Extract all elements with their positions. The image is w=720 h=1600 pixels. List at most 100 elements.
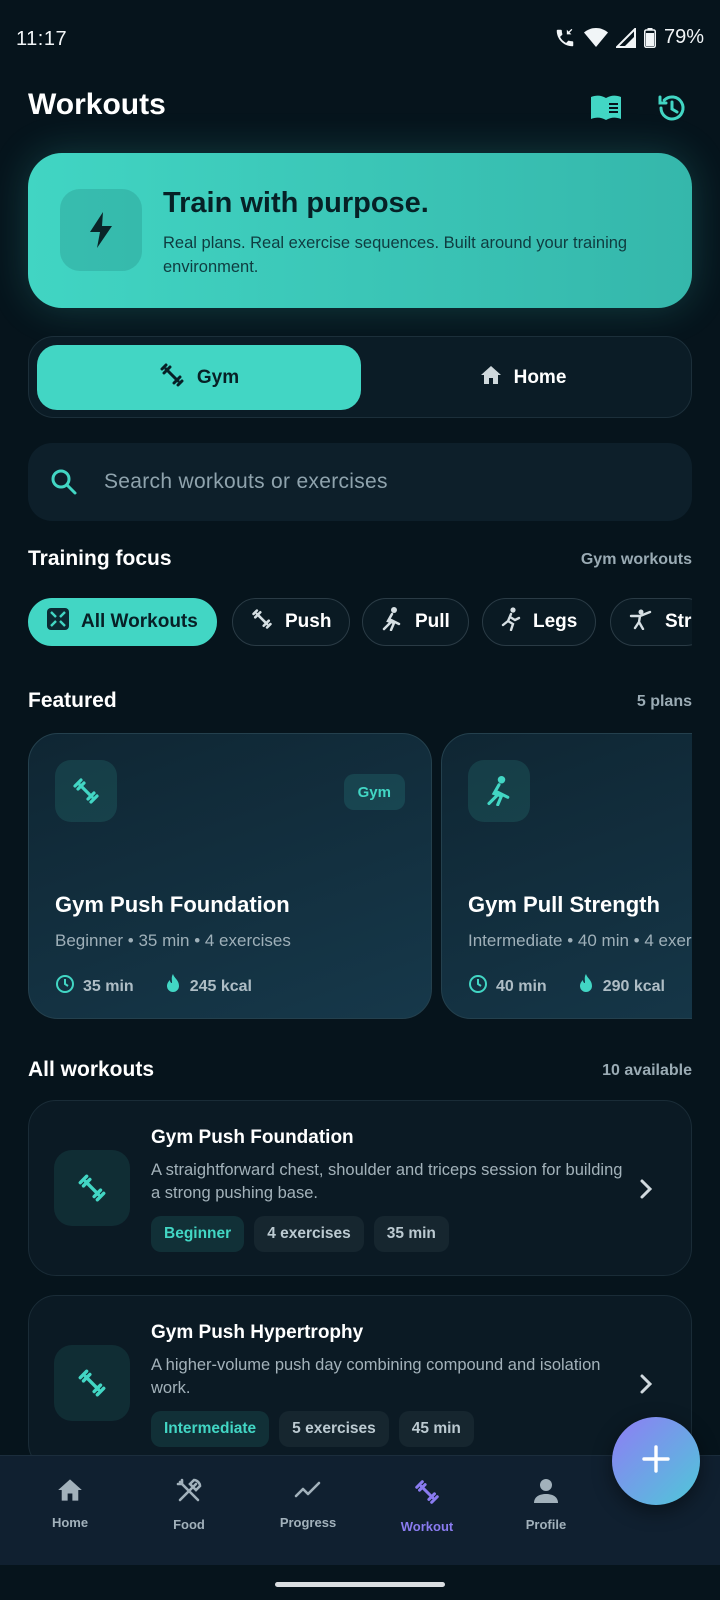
training-focus-title: Training focus — [28, 547, 172, 570]
chevron-right-icon — [639, 1370, 659, 1398]
wifi-icon — [583, 27, 608, 48]
calories: 290 kcal — [602, 977, 665, 995]
chip-push[interactable]: Push — [232, 598, 351, 646]
gesture-handle[interactable] — [275, 1582, 445, 1587]
duration: 35 min — [83, 977, 134, 995]
plus-icon — [641, 1444, 671, 1479]
chip-label: Pull — [415, 611, 450, 632]
dumbbell-icon — [54, 1345, 130, 1421]
toggle-gym[interactable]: Gym — [37, 345, 361, 410]
calories: 245 kcal — [189, 977, 252, 995]
duration-badge: 35 min — [373, 1216, 449, 1252]
search-icon — [50, 467, 80, 497]
history-icon[interactable] — [652, 88, 692, 128]
workout-description: A straightforward chest, shoulder and tr… — [151, 1161, 623, 1202]
featured-title: Featured — [28, 689, 117, 712]
chip-all-workouts[interactable]: All Workouts — [28, 598, 217, 646]
featured-card[interactable]: Gym Gym Push Foundation Beginner • 35 mi… — [28, 733, 432, 1019]
nav-workout[interactable]: Workout — [377, 1478, 477, 1534]
running-icon — [501, 607, 521, 637]
exercises-badge: 4 exercises — [254, 1216, 364, 1252]
level-badge: Beginner — [151, 1216, 245, 1252]
all-workouts-title: All workouts — [28, 1058, 155, 1081]
toggle-home[interactable]: Home — [361, 345, 685, 410]
gym-tag: Gym — [343, 774, 405, 810]
flame-icon — [577, 974, 595, 999]
chip-label: Legs — [533, 611, 578, 632]
trending-up-icon — [294, 1478, 322, 1505]
featured-carousel: Gym Gym Push Foundation Beginner • 35 mi… — [28, 733, 692, 1021]
fitness-icon — [413, 1478, 441, 1509]
hero-subtitle: Real plans. Real exercise sequences. Bui… — [163, 234, 628, 276]
bottom-nav: Home Food Progress Workout Profile — [0, 1455, 720, 1565]
add-button[interactable] — [612, 1417, 700, 1505]
status-time: 11:17 — [16, 28, 68, 50]
nav-food[interactable]: Food — [139, 1478, 239, 1532]
workout-tags: Intermediate 5 exercises 45 min — [151, 1411, 474, 1447]
status-icons: 79% — [554, 26, 704, 49]
battery-percent: 79% — [663, 26, 704, 48]
clock-icon — [55, 974, 75, 999]
rowing-icon — [468, 760, 530, 822]
toggle-gym-label: Gym — [196, 366, 240, 388]
chip-label: All Workouts — [81, 611, 198, 632]
battery-icon — [643, 27, 656, 48]
fitness-icon — [159, 362, 185, 394]
workout-tags: Beginner 4 exercises 35 min — [151, 1216, 449, 1252]
featured-card-title: Gym Pull Strength — [468, 892, 660, 917]
home-icon — [480, 365, 502, 391]
nav-progress[interactable]: Progress — [258, 1478, 358, 1530]
workout-list-item[interactable]: Gym Push Hypertrophy A higher-volume pus… — [28, 1295, 692, 1471]
chip-strength[interactable]: Str — [610, 598, 692, 646]
nav-label: Progress — [279, 1515, 337, 1530]
flame-icon — [164, 974, 182, 999]
nav-label: Workout — [400, 1519, 454, 1534]
featured-card-title: Gym Push Foundation — [55, 892, 290, 917]
featured-card-subtitle: Intermediate • 40 min • 4 exercises — [468, 931, 692, 950]
level-badge: Intermediate — [151, 1411, 270, 1447]
featured-meta: 5 plans — [636, 693, 692, 710]
hero-title: Train with purpose. — [163, 187, 429, 219]
home-icon — [57, 1478, 83, 1505]
featured-card[interactable]: Gym Pull Strength Intermediate • 40 min … — [441, 733, 692, 1019]
training-focus-meta: Gym workouts — [580, 551, 692, 568]
bolt-icon — [60, 189, 142, 271]
all-workouts-meta: 10 available — [602, 1062, 692, 1079]
chip-legs[interactable]: Legs — [482, 598, 597, 646]
chip-pull[interactable]: Pull — [362, 598, 469, 646]
nav-profile[interactable]: Profile — [496, 1478, 596, 1532]
featured-card-stats: 40 min 290 kcal — [468, 974, 665, 999]
status-bar: 11:17 79% — [0, 0, 720, 80]
nav-label: Profile — [525, 1517, 567, 1532]
featured-card-subtitle: Beginner • 35 min • 4 exercises — [55, 931, 291, 950]
chip-label: Str — [665, 611, 692, 632]
toggle-home-label: Home — [513, 366, 567, 388]
signal-icon — [615, 27, 636, 48]
featured-card-stats: 35 min 245 kcal — [55, 974, 252, 999]
workout-title: Gym Push Foundation — [151, 1127, 354, 1148]
duration: 40 min — [496, 977, 547, 995]
chevron-right-icon — [639, 1175, 659, 1203]
environment-toggle: Gym Home — [28, 336, 692, 418]
clock-icon — [468, 974, 488, 999]
duration-badge: 45 min — [398, 1411, 474, 1447]
nav-label: Food — [173, 1517, 205, 1532]
dumbbell-icon — [55, 760, 117, 822]
workout-title: Gym Push Hypertrophy — [151, 1322, 364, 1343]
grid-icon — [47, 608, 69, 636]
rowing-icon — [381, 607, 403, 637]
person-icon — [534, 1478, 558, 1507]
library-book-icon[interactable] — [586, 88, 626, 128]
exercises-badge: 5 exercises — [279, 1411, 389, 1447]
chip-label: Push — [285, 611, 332, 632]
workout-list-item[interactable]: Gym Push Foundation A straightforward ch… — [28, 1100, 692, 1276]
focus-chips: All Workouts Push Pull Legs Str — [28, 598, 692, 648]
nav-label: Home — [51, 1515, 89, 1530]
nav-home[interactable]: Home — [20, 1478, 120, 1530]
hero-banner: Train with purpose. Real plans. Real exe… — [28, 153, 692, 308]
dumbbell-icon — [54, 1150, 130, 1226]
workout-description: A higher-volume push day combining compo… — [151, 1356, 601, 1397]
page-title: Workouts — [28, 88, 166, 121]
search-input[interactable]: Search workouts or exercises — [28, 443, 692, 521]
sports-martial-arts-icon — [629, 608, 653, 636]
